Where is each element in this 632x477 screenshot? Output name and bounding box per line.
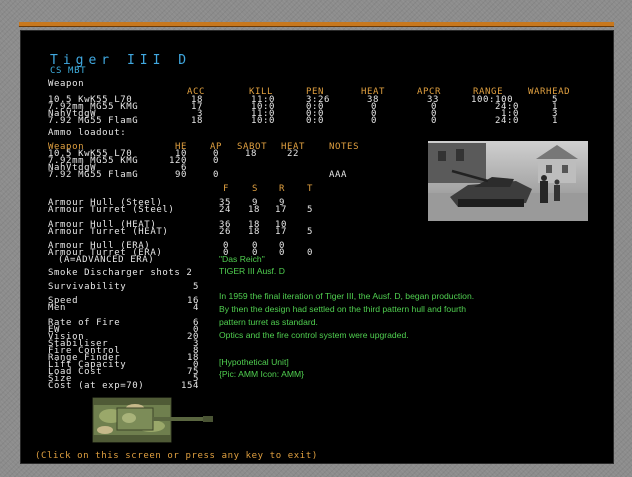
accent-bar: [19, 22, 614, 27]
weapon-pen: 0:0: [306, 116, 325, 126]
stat-label: Survivability: [48, 282, 127, 292]
formation-name: "Das Reich": [219, 254, 265, 264]
armour-r: 17: [275, 205, 288, 215]
weapon-heat: 0: [371, 116, 378, 126]
weapon-kill: 10:0: [251, 116, 276, 126]
armour-t: 5: [307, 205, 314, 215]
hypothetical-tag: [Hypothetical Unit]: [219, 357, 289, 367]
weapon-section-label: Weapon: [48, 79, 85, 89]
armour-header-f: F: [223, 184, 230, 194]
ammo-sabot: 18: [245, 149, 258, 159]
armour-label: Armour Turret (Steel): [48, 205, 175, 215]
armour-s: 18: [248, 205, 261, 215]
stat-value: 154: [181, 381, 200, 391]
weapon-acc: 18: [191, 116, 204, 126]
ammo-header-notes: NOTES: [329, 142, 360, 152]
stat-label: Men: [48, 303, 67, 313]
unit-description: In 1959 the final iteration of Tiger III…: [219, 290, 474, 342]
armour-t: 0: [307, 248, 314, 258]
ammo-heat: 22: [287, 149, 300, 159]
unit-designation: TIGER III Ausf. D: [219, 266, 285, 276]
armour-header-s: S: [252, 184, 259, 194]
ammo-ap: 0: [213, 156, 220, 166]
image-credits: {Pic: AMM Icon: AMM}: [219, 369, 305, 379]
armour-f: 26: [219, 227, 232, 237]
armour-label: Armour Turret (HEAT): [48, 227, 169, 237]
ammo-he: 90: [175, 170, 188, 180]
weapon-apcr: 0: [431, 116, 438, 126]
armour-header-r: R: [279, 184, 286, 194]
unit-type: CS MBT: [50, 66, 87, 76]
unit-map-icon: [92, 397, 213, 443]
armour-header-t: T: [307, 184, 314, 194]
unit-info-screen[interactable]: Tiger III D CS MBT Weapon ACC KILL PEN H…: [20, 30, 614, 464]
description-line: By then the design had settled on the th…: [219, 304, 467, 314]
description-line: In 1959 the final iteration of Tiger III…: [219, 291, 475, 301]
armour-f: 24: [219, 205, 232, 215]
armour-s: 18: [248, 227, 261, 237]
weapon-range: 24:0: [495, 116, 520, 126]
ammo-section-label: Ammo loadout:: [48, 128, 127, 138]
description-line: pattern turret as standard.: [219, 317, 318, 327]
exit-hint[interactable]: (Click on this screen or press any key t…: [35, 451, 318, 461]
armour-r: 17: [275, 227, 288, 237]
stat-value: 4: [192, 303, 199, 313]
unit-photo: [428, 141, 588, 221]
header-warhead: WARHEAD: [528, 87, 571, 97]
armour-r: 0: [279, 248, 286, 258]
stat-label: Cost (at exp=70): [48, 381, 145, 391]
stat-value: 5: [192, 282, 199, 292]
armour-t: 5: [307, 227, 314, 237]
ammo-weapon: 7.92 MG55 FlamG: [48, 170, 139, 180]
era-note: (A=ADVANCED ERA): [58, 255, 155, 265]
weapon-warhead: 1: [552, 116, 559, 126]
weapon-name: 7.92 MG55 FlamG: [48, 116, 139, 126]
ammo-ap: 0: [213, 170, 220, 180]
smoke-discharger: Smoke Discharger shots 2: [48, 268, 193, 278]
description-line: Optics and the fire control system were …: [219, 330, 409, 340]
ammo-notes: AAA: [329, 170, 348, 180]
